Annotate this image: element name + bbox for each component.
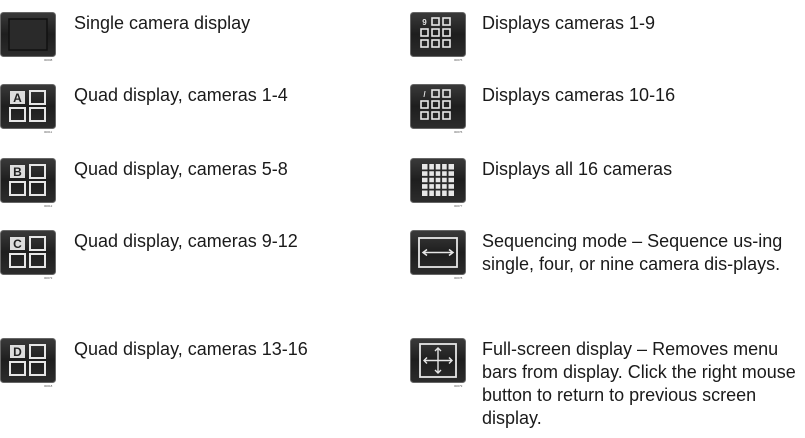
quad-display-c-button[interactable]: C 00073: [0, 230, 56, 280]
nine-grid-first-icon: 9: [410, 12, 466, 57]
nine-grid-second-button[interactable]: / 00076: [410, 84, 466, 134]
entry-label: Quad display, cameras 1-4: [74, 85, 288, 105]
figure-code: 00075: [454, 58, 463, 62]
entry-label: Displays cameras 1-9: [482, 13, 656, 33]
quad-display-d-icon: D: [0, 338, 56, 383]
figure-code: 00012: [44, 204, 53, 208]
quad-display-b-button[interactable]: B 00012: [0, 158, 56, 208]
full-screen-button[interactable]: 00079: [410, 338, 466, 388]
entry-label: Single camera display: [74, 13, 251, 33]
entry-label: Sequencing mode – Sequence us-ing single…: [482, 231, 783, 274]
full-screen-icon: [410, 338, 466, 383]
nine-grid-second-icon: /: [410, 84, 466, 129]
quad-display-a-icon: A: [0, 84, 56, 129]
entry-label: Quad display, cameras 13-16: [74, 339, 308, 359]
svg-text:D: D: [13, 345, 22, 359]
single-camera-display-icon: [0, 12, 56, 57]
entry-label: Quad display, cameras 5-8: [74, 159, 288, 179]
sixteen-grid-icon: [410, 158, 466, 203]
figure-code: 00079: [454, 384, 463, 388]
quad-display-c-icon: C: [0, 230, 56, 275]
single-camera-display-button[interactable]: 00008: [0, 12, 56, 62]
figure-code: 00008: [44, 58, 53, 62]
sequencing-mode-icon: [410, 230, 466, 275]
figure-code: 00018: [44, 384, 53, 388]
svg-text:C: C: [13, 237, 22, 251]
svg-text:B: B: [13, 165, 22, 179]
figure-code: 00077: [454, 204, 463, 208]
figure-code: 00073: [44, 276, 53, 280]
nine-grid-first-button[interactable]: 9 00075: [410, 12, 466, 62]
entry-label: Displays all 16 cameras: [482, 159, 673, 179]
quad-display-a-button[interactable]: A 00011: [0, 84, 56, 134]
entry-label: Full-screen display – Removes menu bars …: [482, 339, 796, 428]
quad-display-b-icon: B: [0, 158, 56, 203]
quad-display-d-button[interactable]: D 00018: [0, 338, 56, 388]
svg-text:A: A: [13, 91, 22, 105]
entry-label: Quad display, cameras 9-12: [74, 231, 298, 251]
sequencing-mode-button[interactable]: 00078: [410, 230, 466, 280]
svg-text:9: 9: [422, 18, 427, 27]
figure-code: 00076: [454, 130, 463, 134]
sixteen-grid-button[interactable]: 00077: [410, 158, 466, 208]
entry-label: Displays cameras 10-16: [482, 85, 676, 105]
figure-code: 00078: [454, 276, 463, 280]
figure-code: 00011: [44, 130, 53, 134]
